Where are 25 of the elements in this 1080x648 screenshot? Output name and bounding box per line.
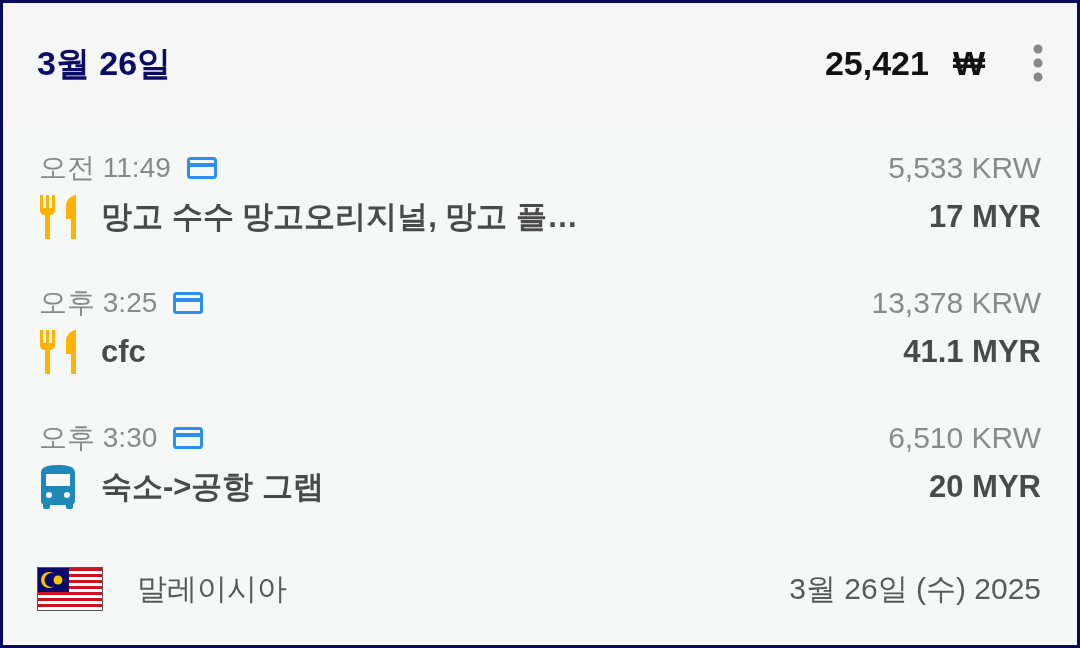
card-icon <box>186 156 217 179</box>
entry-time: 오후 3:25 <box>39 285 158 320</box>
entry-time: 오전 11:49 <box>39 150 171 185</box>
more-menu-icon[interactable] <box>1033 44 1043 82</box>
entry-title[interactable]: 망고 수수 망고오리지널, 망고 플… <box>101 194 579 241</box>
entry-title[interactable]: 숙소->공항 그랩 <box>101 464 325 511</box>
bus-icon <box>39 465 77 510</box>
home-amount: 5,533 KRW <box>888 150 1041 186</box>
entry-time: 오후 3:30 <box>39 420 158 455</box>
flag-icon <box>37 566 103 611</box>
currency-symbol: ₩ <box>952 42 985 84</box>
footer-date: 3월 26일 (수) 2025 <box>789 571 1041 607</box>
daily-total: 25,421 <box>824 42 929 84</box>
entry-amount: 17 MYR <box>929 198 1041 236</box>
home-amount: 13,378 KRW <box>871 285 1041 321</box>
card-icon <box>173 426 204 449</box>
entry-amount: 20 MYR <box>929 468 1041 506</box>
entry-amount: 41.1 MYR <box>903 333 1041 371</box>
card-icon <box>173 291 204 314</box>
entry-title[interactable]: cfc <box>101 329 146 376</box>
fork-knife-icon <box>39 330 79 375</box>
country-label: 말레이시아 <box>137 571 287 607</box>
fork-knife-icon <box>39 195 79 240</box>
date-heading: 3월 26일 <box>37 42 172 84</box>
home-amount: 6,510 KRW <box>888 420 1041 456</box>
